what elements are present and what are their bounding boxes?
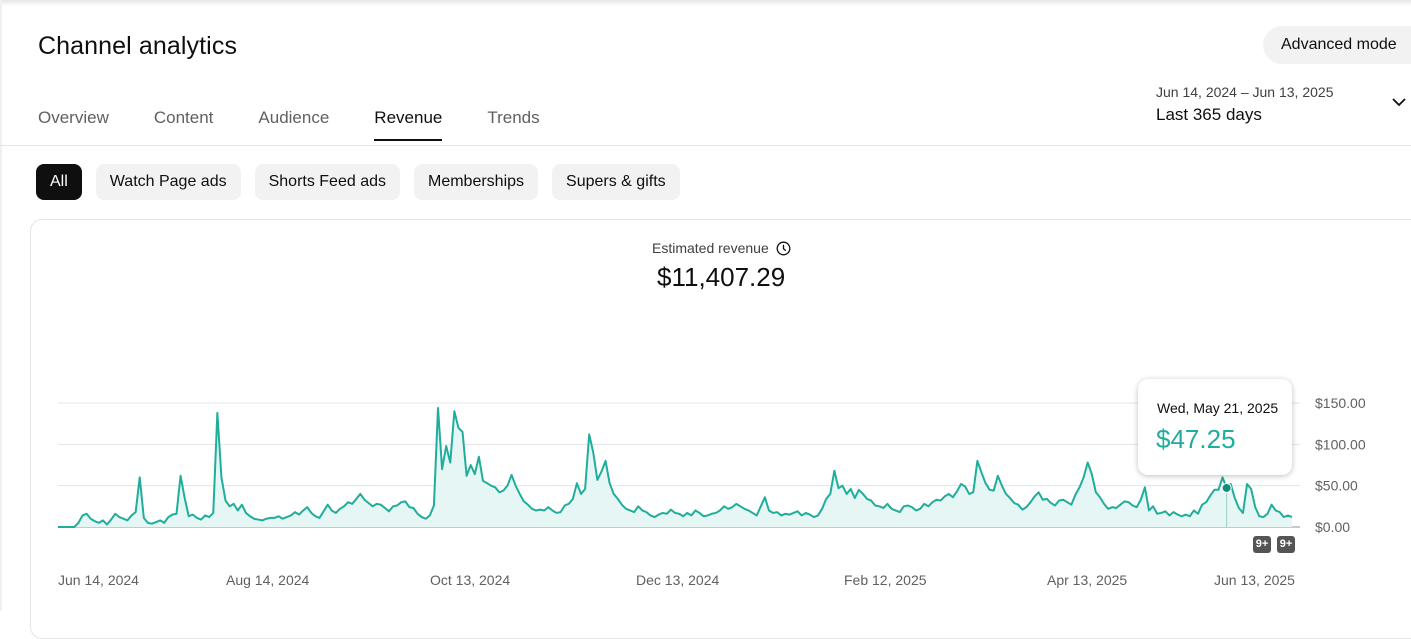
annotation-badge[interactable]: 9+ [1253,536,1271,553]
x-tick-label: Oct 13, 2024 [430,572,510,588]
x-tick-label: Apr 13, 2025 [1047,572,1127,588]
chart-x-axis: Jun 14, 2024 Aug 14, 2024 Oct 13, 2024 Dec … [58,572,1295,588]
tooltip-date: Wed, May 21, 2025 [1157,400,1279,416]
chart-y-axis: $0.00 $50.00 $100.00 $150.00 [1315,395,1366,535]
y-tick-label: $150.00 [1315,395,1366,411]
y-tick-label: $100.00 [1315,436,1366,452]
tooltip-value: $47.25 [1156,424,1236,454]
revenue-chart[interactable]: $0.00 $50.00 $100.00 $150.00 Jun 14, 2024 Au… [0,0,1411,611]
x-tick-label: Aug 14, 2024 [226,572,310,588]
chart-tooltip: Wed, May 21, 2025 $47.25 [1138,379,1292,475]
x-tick-label: Jun 13, 2025 [1214,572,1295,588]
x-tick-label: Jun 14, 2024 [58,572,139,588]
annotation-badge[interactable]: 9+ [1277,536,1295,553]
y-tick-label: $0.00 [1315,519,1350,535]
x-tick-label: Dec 13, 2024 [636,572,719,588]
hover-point [1221,482,1232,493]
x-tick-label: Feb 12, 2025 [844,572,927,588]
y-tick-label: $50.00 [1315,478,1358,494]
